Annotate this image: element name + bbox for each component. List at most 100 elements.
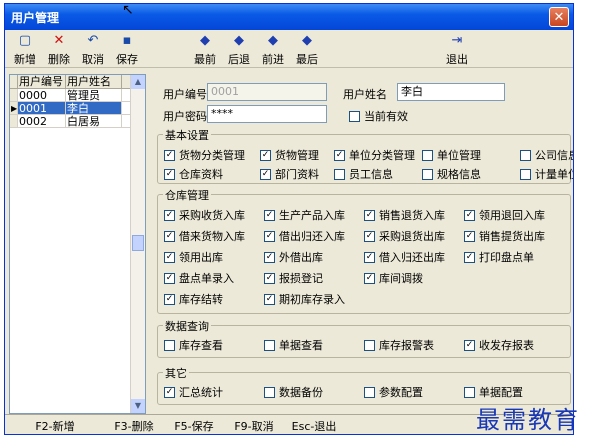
permission-label: 员工信息: [349, 168, 393, 181]
checkmark-icon: ✓: [164, 293, 175, 305]
permission-label: 盘点单录入: [179, 272, 234, 285]
permission-checkbox[interactable]: ✓ 货物分类管理: [164, 147, 245, 163]
permission-checkbox[interactable]: 公司信息: [520, 147, 573, 163]
checkmark-icon: ✓: [364, 272, 375, 284]
permission-checkbox[interactable]: 库存报警表: [364, 337, 434, 353]
close-button[interactable]: ✕: [549, 7, 569, 27]
next-button[interactable]: ◆ 前进: [255, 33, 291, 67]
permission-label: 单位管理: [437, 149, 481, 162]
column-header-name[interactable]: 用户姓名: [66, 75, 122, 88]
permission-checkbox[interactable]: ✓ 单位分类管理: [334, 147, 415, 163]
permission-checkbox[interactable]: ✓ 库间调拨: [364, 270, 423, 286]
basic-settings-group: 基本设置 ✓ 货物分类管理 ✓ 货物管理 ✓ 单位分类管理 单位管理 公司信息 ✓ 仓库资料 ✓ 部门资…: [157, 127, 573, 184]
checkmark-icon: ✓: [164, 386, 175, 398]
permission-checkbox[interactable]: ✓ 采购收货入库: [164, 207, 245, 223]
last-record-icon: ◆: [302, 33, 312, 48]
permission-checkbox[interactable]: ✓ 外借出库: [264, 249, 323, 265]
last-button[interactable]: ◆ 最后: [289, 33, 325, 67]
vertical-scrollbar[interactable]: ▲ ▼: [130, 75, 145, 413]
cancel-label: 取消: [82, 53, 104, 66]
exit-button[interactable]: ⇥ 退出: [439, 33, 475, 67]
permission-checkbox[interactable]: 数据备份: [264, 384, 323, 400]
permission-label: 数据备份: [279, 386, 323, 399]
permission-checkbox[interactable]: 单据查看: [264, 337, 323, 353]
checkmark-icon: ✓: [464, 230, 475, 242]
permission-checkbox[interactable]: ✓ 部门资料: [260, 166, 319, 182]
status-hint-f9: F9-取消: [234, 420, 274, 433]
new-button[interactable]: ▢ 新增: [7, 33, 43, 67]
permission-checkbox[interactable]: ✓ 仓库资料: [164, 166, 223, 182]
permission-checkbox[interactable]: ✓ 采购退货出库: [364, 228, 445, 244]
checkbox-icon: [422, 168, 433, 180]
permission-checkbox[interactable]: ✓ 领用出库: [164, 249, 223, 265]
permission-checkbox[interactable]: ✓ 借来货物入库: [164, 228, 245, 244]
scroll-up-icon[interactable]: ▲: [131, 75, 145, 89]
permission-checkbox[interactable]: ✓ 货物管理: [260, 147, 319, 163]
permission-checkbox[interactable]: ✓ 期初库存录入: [264, 291, 345, 307]
password-field[interactable]: ****: [207, 105, 327, 123]
next-record-icon: ◆: [268, 33, 278, 48]
permission-checkbox[interactable]: ✓ 盘点单录入: [164, 270, 234, 286]
table-row[interactable]: 0000 管理员: [10, 89, 145, 102]
permission-checkbox[interactable]: ✓ 领用退回入库: [464, 207, 545, 223]
checkbox-icon: [364, 386, 375, 398]
cell-user-code: 0001: [18, 102, 66, 114]
permission-label: 仓库资料: [179, 168, 223, 181]
permission-checkbox[interactable]: ✓ 打印盘点单: [464, 249, 534, 265]
permission-label: 部门资料: [275, 168, 319, 181]
permission-checkbox[interactable]: ✓ 报损登记: [264, 270, 323, 286]
group-title: 其它: [163, 365, 189, 381]
scroll-thumb[interactable]: [132, 235, 144, 251]
checkmark-icon: ✓: [164, 272, 175, 284]
cancel-button[interactable]: ↶ 取消: [75, 33, 111, 67]
first-button[interactable]: ◆ 最前: [187, 33, 223, 67]
checkmark-icon: ✓: [260, 149, 271, 161]
user-name-field[interactable]: 李白: [397, 83, 505, 101]
permission-checkbox[interactable]: ✓ 借出归还入库: [264, 228, 345, 244]
table-row-selected[interactable]: ▶ 0001 李白: [10, 102, 145, 115]
permission-checkbox[interactable]: 规格信息: [422, 166, 481, 182]
permission-checkbox[interactable]: 单位管理: [422, 147, 481, 163]
checkbox-icon: [520, 149, 531, 161]
table-row[interactable]: 0002 白居易: [10, 115, 145, 128]
permission-label: 规格信息: [437, 168, 481, 181]
user-code-field[interactable]: 0001: [207, 83, 327, 101]
cell-user-code: 0000: [18, 89, 66, 101]
permission-label: 单据配置: [479, 386, 523, 399]
column-header-code[interactable]: 用户编号: [18, 75, 66, 88]
save-button[interactable]: ▪ 保存: [109, 33, 145, 67]
permission-checkbox[interactable]: ✓ 收发存报表: [464, 337, 534, 353]
permission-checkbox[interactable]: 计量单位: [520, 166, 573, 182]
delete-button[interactable]: ✕ 删除: [41, 33, 77, 67]
permission-checkbox[interactable]: ✓ 生产产品入库: [264, 207, 345, 223]
checkmark-icon: ✓: [364, 209, 375, 221]
row-indicator: [10, 115, 18, 127]
permission-checkbox[interactable]: ✓ 借入归还出库: [364, 249, 445, 265]
permission-checkbox[interactable]: 库存查看: [164, 337, 223, 353]
permission-checkbox[interactable]: ✓ 库存结转: [164, 291, 223, 307]
permission-checkbox[interactable]: ✓ 销售退货入库: [364, 207, 445, 223]
checkmark-icon: ✓: [464, 251, 475, 263]
permission-checkbox[interactable]: 员工信息: [334, 166, 393, 182]
user-list-grid[interactable]: 用户编号 用户姓名 0000 管理员 ▶ 0001 李白 0002 白居易 ▲ …: [9, 74, 146, 414]
scroll-down-icon[interactable]: ▼: [131, 399, 145, 413]
active-checkbox[interactable]: 当前有效: [349, 108, 408, 124]
permission-checkbox[interactable]: 单据配置: [464, 384, 523, 400]
first-record-icon: ◆: [200, 33, 210, 48]
grid-header: 用户编号 用户姓名: [10, 75, 145, 89]
cell-user-name: 李白: [66, 102, 122, 114]
group-title: 数据查询: [163, 318, 211, 334]
permission-label: 单据查看: [279, 339, 323, 352]
permission-checkbox[interactable]: ✓ 销售提货出库: [464, 228, 545, 244]
checkmark-icon: ✓: [364, 230, 375, 242]
permission-label: 库存结转: [179, 293, 223, 306]
prev-button[interactable]: ◆ 后退: [221, 33, 257, 67]
status-hint-esc: Esc-退出: [291, 420, 337, 433]
permission-label: 销售提货出库: [479, 230, 545, 243]
permission-checkbox[interactable]: ✓ 汇总统计: [164, 384, 223, 400]
permission-label: 采购收货入库: [179, 209, 245, 222]
user-name-label: 用户姓名: [343, 88, 387, 101]
permission-checkbox[interactable]: 参数配置: [364, 384, 423, 400]
title-bar[interactable]: 用户管理 ✕: [5, 4, 573, 30]
checkmark-icon: ✓: [260, 168, 271, 180]
